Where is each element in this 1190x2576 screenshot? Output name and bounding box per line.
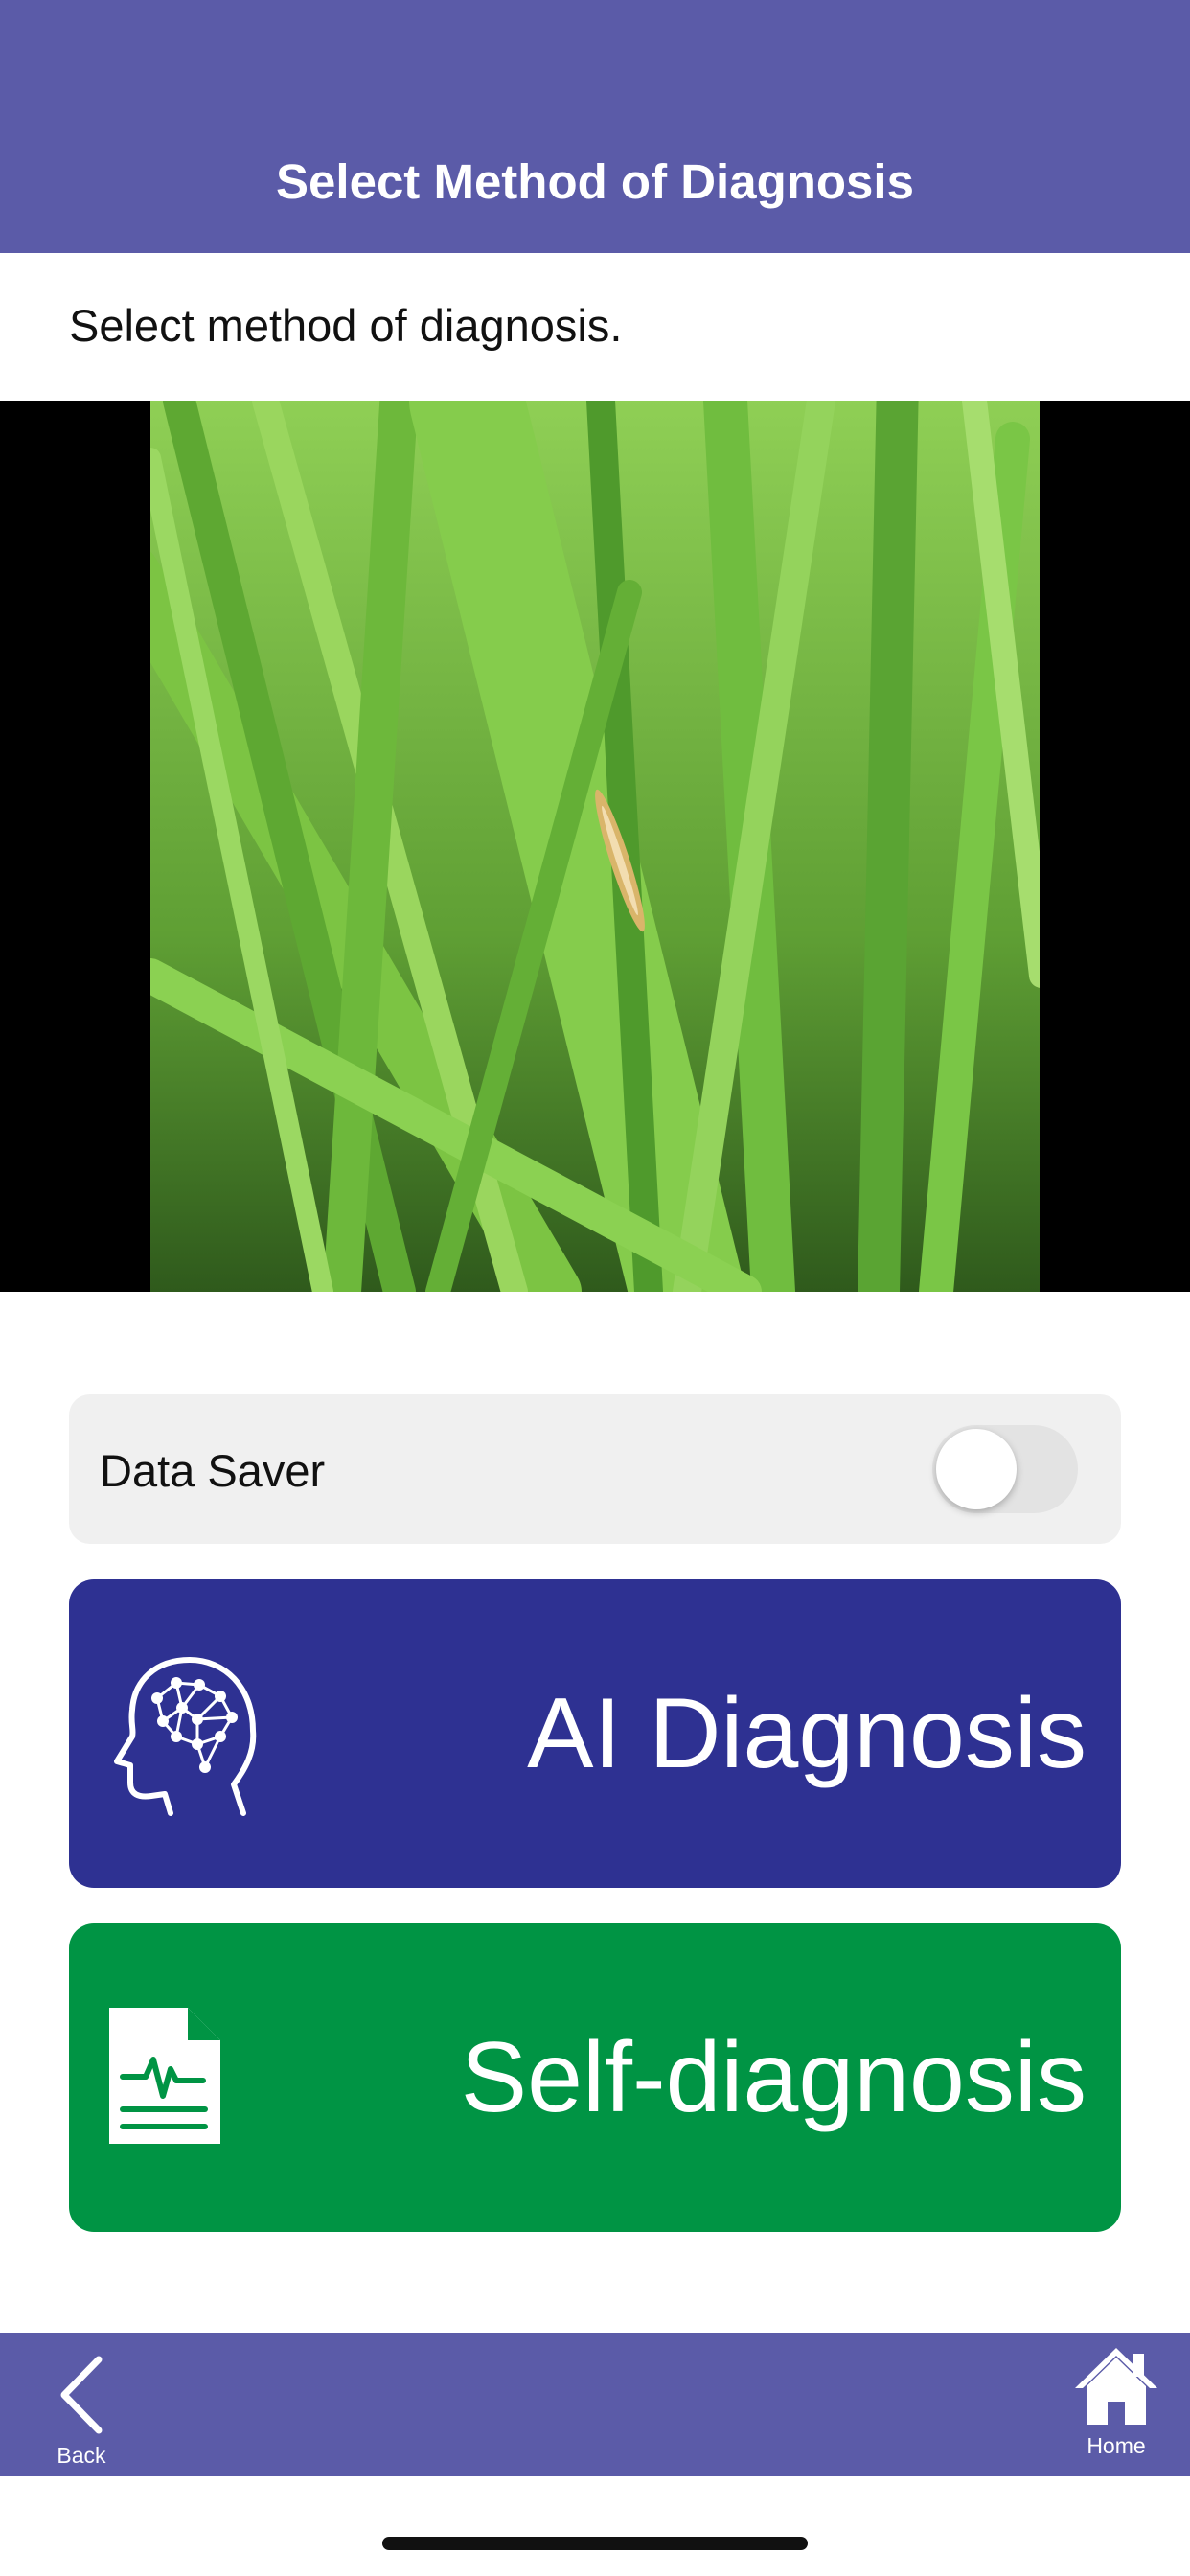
home-icon (1073, 2348, 1159, 2430)
data-saver-toggle[interactable] (932, 1425, 1078, 1513)
data-saver-label: Data Saver (100, 1445, 326, 1496)
back-button[interactable]: Back (38, 2354, 125, 2469)
crop-photo (150, 401, 1040, 1292)
navigation-bar: Select Method of Diagnosis (0, 0, 1190, 253)
medical-report-icon (109, 2008, 220, 2149)
brain-head-icon (109, 1644, 263, 1822)
data-saver-row: Data Saver (69, 1394, 1121, 1544)
self-diagnosis-label: Self-diagnosis (460, 2022, 1087, 2133)
chevron-left-icon (53, 2356, 110, 2440)
back-label: Back (57, 2443, 106, 2468)
home-button[interactable]: Home (1059, 2346, 1174, 2459)
home-label: Home (1087, 2433, 1146, 2458)
page-title: Select Method of Diagnosis (276, 154, 914, 209)
ai-diagnosis-button[interactable]: AI Diagnosis (69, 1579, 1121, 1888)
bottom-toolbar: Back Home (0, 2333, 1190, 2476)
self-diagnosis-button[interactable]: Self-diagnosis (69, 1923, 1121, 2232)
toggle-knob (936, 1429, 1017, 1509)
photo-viewer (0, 401, 1190, 1292)
instruction-text: Select method of diagnosis. (69, 300, 623, 351)
ai-diagnosis-label: AI Diagnosis (527, 1678, 1087, 1789)
home-indicator[interactable] (382, 2537, 808, 2550)
